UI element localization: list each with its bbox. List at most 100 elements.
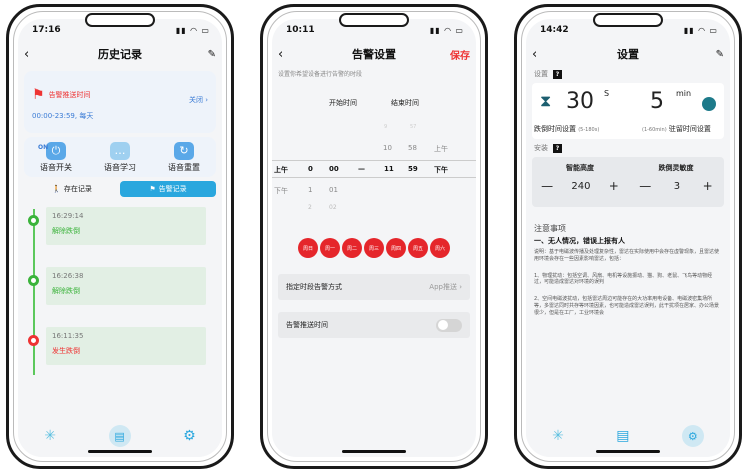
- back-button[interactable]: ‹: [278, 47, 308, 62]
- alarm-timeline: 16:29:14 解除跌倒 16:26:38 解除跌倒 16:11:35 发生跌倒: [24, 205, 216, 395]
- power-icon: ⏻: [46, 141, 66, 160]
- help-icon[interactable]: ?: [553, 143, 562, 153]
- walk-icon: 🚶: [52, 185, 61, 193]
- clock-icon: [702, 97, 716, 111]
- event-label: 发生跌倒: [52, 347, 80, 355]
- timeline-item: 16:29:14 解除跌倒: [24, 207, 206, 251]
- push-time-toggle[interactable]: [436, 318, 462, 332]
- screen: 17:16 ▮▮ ◠ ▭ ‹ 历史记录 ✎ ⚑ 告警推送时间 00:00-23:5…: [18, 19, 222, 457]
- sensitivity-control: 跌倒灵敏度 — 3 +: [628, 157, 724, 207]
- nav-bar: ‹ 设置 ✎: [526, 41, 730, 67]
- start-time-label: 开始时间: [329, 99, 357, 107]
- settings-gear-icon[interactable]: ⚙: [681, 425, 704, 447]
- push-mode-row[interactable]: 指定时段告警方式 App推送 ›: [278, 274, 470, 300]
- stay-time-label: (1-60min) 驻留时间设置: [642, 125, 711, 133]
- end-time-label: 结束时间: [391, 99, 419, 107]
- height-value: 240: [571, 180, 591, 192]
- screen: 10:11 ▮▮ ◠ ▭ ‹ 告警设置 保存 设置你希望设备进行告警的时段 开始…: [272, 19, 476, 457]
- fall-time-value[interactable]: 30: [566, 89, 594, 114]
- edit-icon[interactable]: ✎: [186, 49, 216, 60]
- page-title: 告警设置: [352, 48, 396, 61]
- settings-gear-icon[interactable]: ⚙: [183, 428, 196, 444]
- sensitivity-value: 3: [673, 180, 681, 192]
- tab-alarm[interactable]: ⚑ 告警记录: [120, 181, 216, 197]
- weekday-selector: 周日 周一 周二 周三 周四 周五 周六: [272, 238, 476, 258]
- tab-presence[interactable]: 🚶 存在记录: [24, 181, 120, 197]
- day-sat-button[interactable]: 周六: [430, 238, 450, 258]
- hint-text: 设置你希望设备进行告警的时段: [278, 71, 363, 78]
- back-button[interactable]: ‹: [532, 47, 562, 62]
- page-title: 设置: [617, 48, 639, 61]
- status-dot: [28, 275, 39, 286]
- wheel-selected-row: 上午 0 00 — 11 59 下午: [272, 160, 476, 178]
- nav-bar: ‹ 历史记录 ✎: [18, 41, 222, 67]
- records-icon[interactable]: ▤: [616, 428, 629, 444]
- install-controls: 智能高度 — 240 + 跌倒灵敏度 — 3 +: [532, 157, 724, 207]
- time-picker-wheel[interactable]: 9 57 10 58 上午 上午 0 00 — 11 59 下午 下午 1 01 2 02: [272, 122, 476, 222]
- day-thu-button[interactable]: 周四: [386, 238, 406, 258]
- push-time-label: 告警推送时间: [286, 321, 328, 329]
- day-wed-button[interactable]: 周三: [364, 238, 384, 258]
- notes-section: 注意事项 一、无人情况，错误上报有人 说明：基于电磁波传播及处理复杂性，雷达在实…: [526, 223, 730, 316]
- day-fri-button[interactable]: 周五: [408, 238, 428, 258]
- timeline-item: 16:26:38 解除跌倒: [24, 267, 206, 311]
- push-mode-value: App推送 ›: [429, 283, 462, 291]
- reset-icon: ↻: [174, 141, 194, 160]
- timer-card: ⧗ 30 S 5 min 跌倒时间设置 (5-180s) (1-60min) 驻…: [532, 83, 724, 139]
- signal-wifi-battery-icon: ▮▮ ◠ ▭: [429, 25, 464, 35]
- alarm-close-link[interactable]: 关闭 ›: [189, 95, 208, 105]
- alarm-push-card: ⚑ 告警推送时间 00:00-23:59, 每天 关闭 ›: [24, 71, 216, 133]
- voice-learn-button[interactable]: … 语音学习: [104, 141, 136, 173]
- save-button[interactable]: 保存: [440, 47, 470, 62]
- height-minus-button[interactable]: —: [541, 179, 553, 193]
- chat-icon: …: [110, 141, 130, 160]
- records-icon[interactable]: ▤: [108, 425, 131, 447]
- status-time: 10:11: [286, 25, 315, 35]
- status-dot: [28, 335, 39, 346]
- notes-heading: 一、无人情况，错误上报有人: [534, 237, 625, 245]
- notes-paragraph: 1、物理扰动：包括空调、风扇、电机等设施振动、猫、狗、老鼠、飞鸟等动物经过，可能…: [534, 272, 713, 286]
- back-button[interactable]: ‹: [24, 47, 54, 62]
- push-time-row: 告警推送时间: [278, 312, 470, 338]
- height-plus-button[interactable]: +: [609, 179, 619, 193]
- timeline-item: 16:11:35 发生跌倒: [24, 327, 206, 371]
- fall-time-label: 跌倒时间设置 (5-180s): [534, 125, 600, 133]
- sensitivity-minus-button[interactable]: —: [639, 179, 651, 193]
- event-time: 16:11:35: [52, 332, 84, 340]
- phone-alarm-settings: 10:11 ▮▮ ◠ ▭ ‹ 告警设置 保存 设置你希望设备进行告警的时段 开始…: [260, 4, 488, 469]
- status-dot: [28, 215, 39, 226]
- notch: [593, 13, 663, 27]
- day-mon-button[interactable]: 周一: [320, 238, 340, 258]
- fall-person-icon: ⚑: [32, 87, 45, 103]
- home-indicator: [342, 450, 406, 453]
- sensitivity-plus-button[interactable]: +: [703, 179, 713, 193]
- page-title: 历史记录: [98, 48, 142, 61]
- stay-time-value[interactable]: 5: [650, 89, 664, 114]
- status-time: 14:42: [540, 25, 569, 35]
- sensitivity-label: 跌倒灵敏度: [658, 164, 694, 172]
- radar-icon[interactable]: ✳: [552, 428, 564, 444]
- stay-time-unit: min: [676, 89, 692, 98]
- alarm-push-range: 00:00-23:59, 每天: [32, 112, 94, 120]
- help-icon[interactable]: ?: [553, 69, 562, 79]
- fall-time-unit: S: [604, 89, 610, 98]
- voice-reset-button[interactable]: ↻ 语音重置: [168, 141, 200, 173]
- home-indicator: [596, 450, 660, 453]
- event-label: 解除跌倒: [52, 287, 80, 295]
- edit-icon[interactable]: ✎: [694, 49, 724, 60]
- day-tue-button[interactable]: 周二: [342, 238, 362, 258]
- fall-icon: ⚑: [149, 185, 156, 193]
- event-label: 解除跌倒: [52, 227, 80, 235]
- phone-history: 17:16 ▮▮ ◠ ▭ ‹ 历史记录 ✎ ⚑ 告警推送时间 00:00-23:5…: [6, 4, 234, 469]
- hourglass-icon: ⧗: [540, 91, 552, 110]
- day-sun-button[interactable]: 周日: [298, 238, 318, 258]
- signal-wifi-battery-icon: ▮▮ ◠ ▭: [683, 25, 718, 35]
- radar-icon[interactable]: ✳: [44, 428, 56, 444]
- time-column-headers: 开始时间 结束时间: [272, 98, 476, 108]
- install-section-label: 安装?: [526, 143, 730, 153]
- height-label: 智能高度: [566, 164, 594, 172]
- notes-paragraph: 2、空间电磁波扰动，包括雷达周边可能存在的大功率用电设备、电磁波密集场所等，多雷…: [534, 296, 720, 316]
- settings-section-label: 设置?: [526, 69, 730, 79]
- signal-wifi-battery-icon: ▮▮ ◠ ▭: [175, 25, 210, 35]
- status-time: 17:16: [32, 25, 61, 35]
